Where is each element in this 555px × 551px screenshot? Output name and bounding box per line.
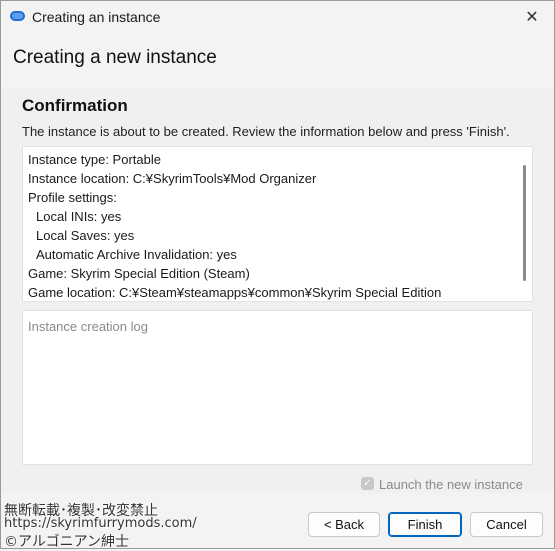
page-title: Creating a new instance xyxy=(13,47,217,68)
info-instance-type: Instance type: Portable xyxy=(28,152,161,167)
watermark-author: ©アルゴニアン紳士 xyxy=(4,534,130,550)
info-archive-invalidation: Automatic Archive Invalidation: yes xyxy=(36,247,237,262)
finish-button[interactable]: Finish xyxy=(388,512,462,537)
log-placeholder: Instance creation log xyxy=(28,319,148,334)
cancel-button[interactable]: Cancel xyxy=(470,512,543,537)
info-game-location: Game location: C:¥Steam¥steamapps¥common… xyxy=(28,285,442,300)
launch-checkbox[interactable]: ✓ xyxy=(361,477,374,490)
title-bar: Creating an instance ✕ xyxy=(1,1,554,34)
wizard-header: Creating a new instance xyxy=(1,34,554,88)
scrollbar-thumb[interactable] xyxy=(523,165,526,281)
dialog-window: Creating an instance ✕ Creating a new in… xyxy=(0,0,555,550)
info-local-saves: Local Saves: yes xyxy=(36,228,135,243)
window-title: Creating an instance xyxy=(32,9,161,25)
app-logo-icon xyxy=(10,11,25,21)
wizard-content: Confirmation The instance is about to be… xyxy=(1,88,554,493)
info-profile-settings: Profile settings: xyxy=(28,190,117,205)
launch-label: Launch the new instance xyxy=(379,477,523,492)
close-icon[interactable]: ✕ xyxy=(510,1,554,34)
instance-summary-box[interactable]: Instance type: Portable Instance locatio… xyxy=(22,146,533,302)
creation-log-box[interactable]: Instance creation log xyxy=(22,310,533,465)
info-instance-location: Instance location: C:¥SkyrimTools¥Mod Or… xyxy=(28,171,317,186)
section-title: Confirmation xyxy=(22,96,128,115)
watermark-url: https://skyrimfurrymods.com/ xyxy=(4,516,197,531)
confirmation-description: The instance is about to be created. Rev… xyxy=(22,124,510,139)
info-local-inis: Local INIs: yes xyxy=(36,209,122,224)
info-game: Game: Skyrim Special Edition (Steam) xyxy=(28,266,250,281)
back-button[interactable]: < Back xyxy=(308,512,380,537)
